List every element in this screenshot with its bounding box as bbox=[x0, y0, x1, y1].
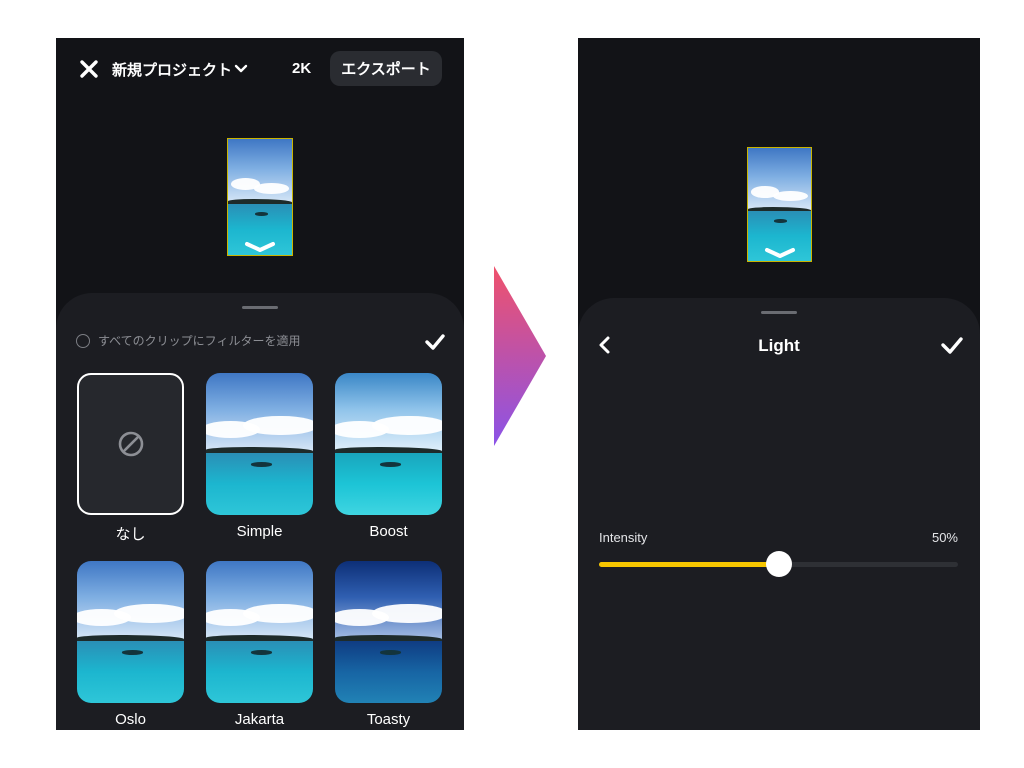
project-title[interactable]: 新規プロジェクト bbox=[112, 59, 232, 80]
chevron-down-icon[interactable] bbox=[234, 62, 248, 76]
prohibited-icon bbox=[118, 431, 143, 457]
export-button[interactable]: エクスポート bbox=[330, 51, 442, 86]
radio-button[interactable] bbox=[76, 333, 90, 348]
filter-thumbnail[interactable] bbox=[335, 373, 442, 515]
chevron-down-icon[interactable] bbox=[763, 247, 797, 259]
chevron-down-icon[interactable] bbox=[243, 241, 277, 253]
intensity-label: Intensity bbox=[599, 530, 648, 545]
video-preview[interactable] bbox=[747, 147, 812, 262]
close-icon[interactable] bbox=[78, 58, 100, 80]
slider-handle[interactable] bbox=[765, 551, 792, 577]
sheet-drag-handle[interactable] bbox=[242, 306, 278, 309]
filter-intensity-screen: Light Intensity 50% bbox=[578, 38, 980, 730]
video-preview[interactable] bbox=[227, 138, 293, 256]
intensity-slider[interactable] bbox=[599, 551, 958, 577]
filter-option-oslo[interactable]: Oslo bbox=[77, 561, 184, 728]
apply-all-toggle[interactable]: すべてのクリップにフィルターを適用 bbox=[76, 332, 300, 349]
checkmark-icon[interactable] bbox=[424, 331, 446, 353]
filter-thumbnail[interactable] bbox=[206, 373, 313, 515]
filter-option-toasty[interactable]: Toasty bbox=[335, 561, 442, 728]
preview-image bbox=[748, 148, 811, 261]
filter-label: Boost bbox=[369, 523, 408, 540]
filter-label: Oslo bbox=[115, 711, 146, 728]
filter-label: Jakarta bbox=[234, 711, 285, 728]
transition-arrow-icon bbox=[494, 266, 546, 446]
intensity-value: 50% bbox=[931, 530, 958, 545]
filter-selection-screen: 新規プロジェクト 2K エクスポート すべてのクリップにフィルターを適用 なし … bbox=[56, 38, 464, 730]
filter-option-boost[interactable]: Boost bbox=[335, 373, 442, 540]
filter-title: Light bbox=[758, 336, 800, 355]
slider-fill bbox=[599, 562, 779, 567]
filter-thumbnail[interactable] bbox=[206, 561, 313, 703]
filter-sheet: すべてのクリップにフィルターを適用 なし Simple Boost Oslo J… bbox=[56, 293, 464, 730]
filter-option-none[interactable]: なし bbox=[77, 373, 184, 544]
filter-option-simple[interactable]: Simple bbox=[206, 373, 313, 540]
filter-label: なし bbox=[115, 526, 146, 543]
checkmark-icon[interactable] bbox=[940, 334, 964, 356]
filter-label: Simple bbox=[236, 523, 283, 540]
filter-adjust-sheet: Light Intensity 50% bbox=[578, 298, 980, 730]
filter-thumbnail[interactable] bbox=[335, 561, 442, 703]
resolution-selector[interactable]: 2K bbox=[292, 60, 311, 77]
filter-thumbnail[interactable] bbox=[77, 373, 184, 515]
preview-image bbox=[228, 139, 292, 255]
sheet-drag-handle[interactable] bbox=[761, 311, 797, 314]
filter-thumbnail[interactable] bbox=[77, 561, 184, 703]
filter-label: Toasty bbox=[366, 711, 411, 728]
filter-option-jakarta[interactable]: Jakarta bbox=[206, 561, 313, 728]
apply-all-label: すべてのクリップにフィルターを適用 bbox=[98, 334, 301, 348]
